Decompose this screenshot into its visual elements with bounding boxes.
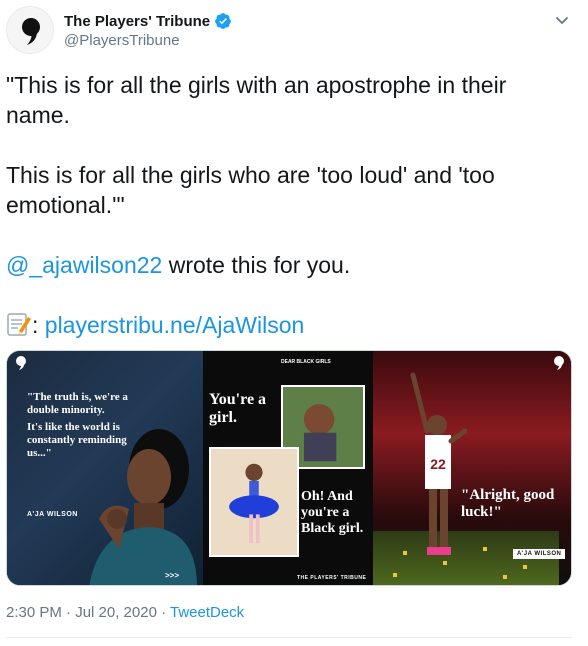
memo-icon — [7, 313, 31, 336]
comma-logo-icon — [554, 356, 564, 370]
image-name-right: A'JA WILSON — [513, 549, 566, 559]
image-alright-quote: "Alright, good luck!" — [461, 487, 555, 520]
chevron-down-icon[interactable] — [552, 10, 572, 30]
tweet-timestamp[interactable]: 2:30 PM · Jul 20, 2020 · — [6, 604, 170, 621]
player-photo: 22 — [410, 372, 467, 555]
name-row: The Players' Tribune — [64, 12, 232, 30]
mention-link[interactable]: @_ajawilson22 — [6, 252, 162, 278]
image-arrows: >>> — [165, 571, 180, 580]
ballet-photo — [209, 447, 299, 557]
divider — [6, 637, 572, 638]
tweet-header: The Players' Tribune @PlayersTribune — [6, 6, 582, 56]
tweet-paragraph-3: @_ajawilson22 wrote this for you. — [6, 250, 566, 280]
image-youre-a-girl: You're a girl. — [209, 391, 267, 426]
image-panel-left: "The truth is, we're a double minority. … — [7, 351, 203, 585]
portrait-photo — [89, 429, 197, 585]
tweet-image[interactable]: "The truth is, we're a double minority. … — [6, 350, 572, 586]
comma-logo-icon — [16, 356, 26, 370]
link-prefix: : — [32, 312, 45, 338]
image-panel-right: 22 "Alright, good luck!" A'JA WILSON — [373, 351, 571, 585]
jersey-number: 22 — [430, 456, 446, 472]
tweet-source[interactable]: TweetDeck — [170, 604, 244, 621]
comma-logo-icon — [7, 7, 53, 53]
tweet-meta: 2:30 PM · Jul 20, 2020 · TweetDeck — [6, 604, 244, 621]
image-footer-brand: THE PLAYERS' TRIBUNE — [297, 575, 367, 581]
image-panel-middle: DEAR BLACK GIRLS You're a girl. Oh! And … — [203, 351, 373, 585]
display-name[interactable]: The Players' Tribune — [64, 13, 210, 30]
tweet-paragraph-1: "This is for all the girls with an apost… — [6, 72, 507, 128]
handle[interactable]: @PlayersTribune — [64, 32, 180, 49]
avatar[interactable] — [6, 6, 54, 54]
image-name-left: A'JA WILSON — [27, 511, 78, 518]
verified-badge-icon — [215, 13, 231, 29]
mention-suffix: wrote this for you. — [162, 252, 351, 278]
article-link[interactable]: playerstribu.ne/AjaWilson — [45, 312, 305, 338]
tweet-paragraph-4: : playerstribu.ne/AjaWilson — [6, 310, 566, 340]
tweet-text: "This is for all the girls with an apost… — [6, 70, 566, 340]
tweet-paragraph-2: This is for all the girls who are 'too l… — [6, 162, 495, 218]
image-dear-title: DEAR BLACK GIRLS — [281, 359, 331, 365]
